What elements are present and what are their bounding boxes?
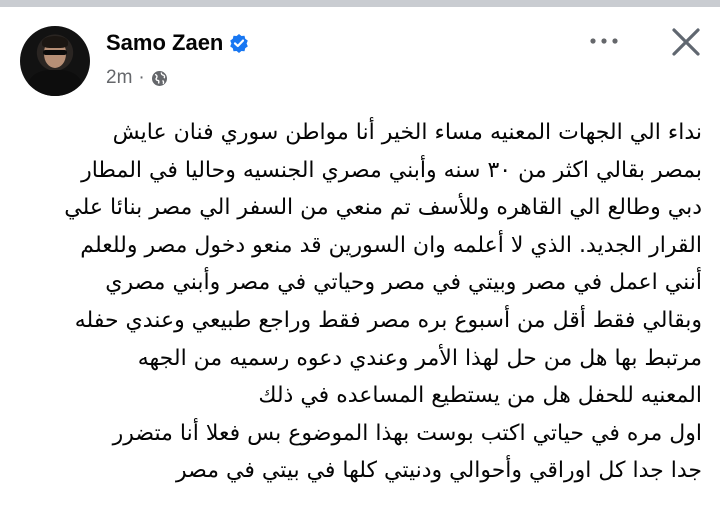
post-body: نداء الي الجهات المعنيه مساء الخير أنا م…	[12, 114, 702, 490]
post-text-line: أنني اعمل في مصر وبيتي في مصر وحياتي في …	[105, 270, 702, 296]
post-text-line: دبي وطالع الي القاهره وللأسف تم منعي من …	[64, 195, 702, 221]
post-text-line: القرار الجديد. الذي لا أعلمه وان السورين…	[80, 232, 702, 258]
post-time[interactable]: 2m	[106, 67, 132, 89]
post-header: Samo Zaen	[106, 30, 249, 56]
post-text-line: اول مره في حياتي اكتب بوست بهذا الموضوع …	[112, 420, 702, 446]
post-text-line: نداء الي الجهات المعنيه مساء الخير أنا م…	[112, 120, 702, 145]
post-text-line: بمصر بقالي اكثر من ٣٠ سنه وأبني مصري الج…	[81, 157, 702, 183]
top-divider	[0, 0, 720, 7]
post-text-line: جدا جدا كل اوراقي وأحوالي ودنيتي كلها في…	[176, 458, 702, 484]
post-text-line: مرتبط بها هل من حل لهذا الأمر وعندي دعوه…	[137, 345, 702, 371]
post-text-line: المعنيه للحفل هل من يستطيع المساعده في ذ…	[258, 383, 702, 409]
author-name[interactable]: Samo Zaen	[106, 30, 223, 56]
meta-separator: ·	[138, 67, 145, 88]
avatar[interactable]	[20, 26, 90, 96]
more-options-icon[interactable]	[585, 28, 625, 54]
post-meta: 2m ·	[106, 67, 168, 89]
verified-badge-icon	[229, 33, 249, 53]
post-text-line: وبقالي فقط أقل من أسبوع بره مصر فقط وراج…	[74, 307, 702, 333]
close-icon[interactable]	[668, 24, 704, 60]
globe-icon[interactable]	[151, 70, 168, 87]
